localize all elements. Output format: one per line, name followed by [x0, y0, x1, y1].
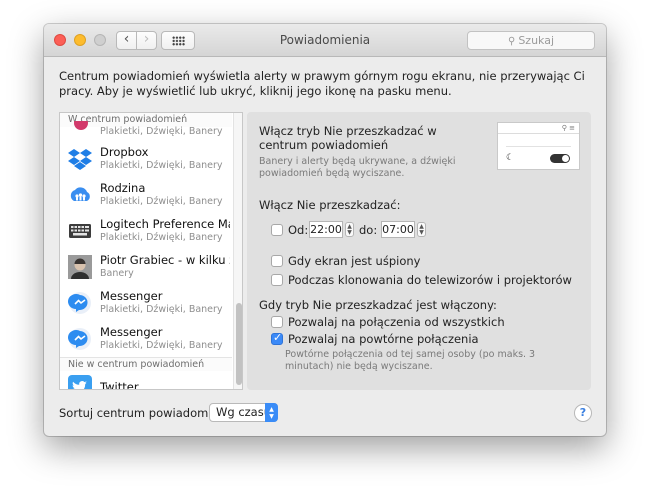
dnd-preview-image: ⚲ ≡ ☾ [497, 122, 580, 170]
section-not-in-center: Nie w centrum powiadomień [60, 357, 232, 371]
app-name: Dropbox [100, 145, 149, 159]
screen-sleep-checkbox[interactable] [271, 255, 283, 267]
list-item-twitter[interactable]: Twitter [60, 371, 232, 390]
from-time-field[interactable]: 22:00 [309, 221, 343, 238]
preferences-window: ‹ › Powiadomienia ⚲ Szukaj Centrum powiad… [44, 24, 606, 436]
allow-repeated-calls-label: Pozwalaj na powtórne połączenia [288, 332, 479, 346]
close-button[interactable] [54, 34, 66, 46]
list-item-messenger[interactable]: Messenger Plakietki, Dźwięki, Banery [60, 321, 232, 357]
repeated-calls-note: Powtórne połączenia od tej samej osoby (… [285, 349, 536, 372]
from-checkbox[interactable] [271, 224, 283, 236]
to-time-field[interactable]: 07:00 [381, 221, 415, 238]
app-subtitle: Plakietki, Dźwięki, Banery [100, 160, 223, 171]
twitter-icon [68, 375, 92, 389]
mirroring-label: Podczas klonowania do telewizorów i proj… [288, 273, 572, 287]
allow-all-calls-label: Pozwalaj na połączenia od wszystkich [288, 315, 505, 329]
app-name: Logitech Preference Man… [100, 217, 230, 231]
enable-heading: Włącz Nie przeszkadzać: [259, 198, 401, 212]
app-name: Messenger [100, 325, 163, 339]
app-name: Rodzina [100, 181, 146, 195]
dropbox-icon [68, 149, 92, 170]
from-label: Od: [288, 223, 309, 237]
app-list[interactable]: W centrum powiadomień Plakietki, Dźwięki… [59, 112, 243, 390]
title-bar: ‹ › Powiadomienia ⚲ Szukaj [44, 24, 606, 57]
preview-divider [506, 141, 571, 147]
toggle-icon [550, 154, 570, 163]
chevron-updown-icon: ▲ ▼ [265, 403, 278, 422]
app-subtitle: Plakietki, Dźwięki, Banery [100, 196, 223, 207]
app-name: Piotr Grabiec - w kilku z… [100, 253, 230, 267]
search-placeholder: Szukaj [518, 34, 555, 47]
search-icon: ⚲ [507, 36, 516, 47]
app-subtitle: Banery [100, 268, 134, 279]
zoom-button[interactable] [94, 34, 106, 46]
sort-value: Wg czasu [216, 405, 272, 419]
partial-app-icon [74, 121, 88, 130]
scroll-thumb[interactable] [236, 303, 242, 385]
when-on-heading: Gdy tryb Nie przeszkadzać jest włączony: [259, 298, 497, 312]
show-all-button[interactable] [161, 31, 195, 50]
allow-all-calls-checkbox[interactable] [271, 316, 283, 328]
app-name: Twitter [100, 380, 139, 390]
messenger-icon [68, 328, 91, 350]
help-button[interactable]: ? [574, 404, 592, 422]
messenger-icon [68, 292, 91, 314]
from-time-stepper[interactable]: ▲ ▼ [345, 222, 354, 237]
forward-button[interactable]: › [136, 31, 157, 50]
app-subtitle: Plakietki, Dźwięki, Banery [100, 340, 223, 351]
screen-sleep-label: Gdy ekran jest uśpiony [288, 254, 421, 268]
avatar-icon [68, 255, 92, 279]
to-time-stepper[interactable]: ▲ ▼ [417, 222, 426, 237]
sort-label: Sortuj centrum powiadomień: [59, 406, 230, 420]
partial-row-subtitle: Plakietki, Dźwięki, Banery [100, 126, 223, 137]
dnd-title: Włącz tryb Nie przeszkadzać w centrum po… [259, 124, 437, 152]
app-subtitle: Plakietki, Dźwięki, Banery [100, 304, 223, 315]
list-item-logitech[interactable]: Logitech Preference Man… Plakietki, Dźwi… [60, 213, 232, 249]
mirroring-checkbox[interactable] [271, 274, 283, 286]
app-name: Messenger [100, 289, 163, 303]
preview-menubar: ⚲ ≡ [498, 123, 579, 134]
to-label: do: [359, 223, 378, 237]
dnd-description: Banery i alerty będą ukrywane, a dźwięki… [259, 156, 456, 179]
intro-text: Centrum powiadomień wyświetla alerty w p… [59, 69, 585, 98]
window-title: Powiadomienia [279, 33, 371, 47]
back-button[interactable]: ‹ [116, 31, 137, 50]
family-icon [70, 187, 90, 201]
list-item-dropbox[interactable]: Dropbox Plakietki, Dźwięki, Banery [60, 141, 232, 177]
grid-icon [172, 36, 185, 46]
list-item-rodzina[interactable]: Rodzina Plakietki, Dźwięki, Banery [60, 177, 232, 213]
moon-icon: ☾ [506, 153, 515, 163]
list-scrollbar[interactable] [233, 113, 242, 389]
dnd-panel: Włącz tryb Nie przeszkadzać w centrum po… [247, 112, 591, 390]
search-field[interactable]: ⚲ Szukaj [467, 31, 595, 50]
allow-repeated-calls-checkbox[interactable] [271, 331, 283, 345]
list-item-piotr[interactable]: Piotr Grabiec - w kilku z… Banery [60, 249, 232, 285]
list-item-messenger[interactable]: Messenger Plakietki, Dźwięki, Banery [60, 285, 232, 321]
keyboard-icon [69, 224, 91, 238]
minimize-button[interactable] [74, 34, 86, 46]
app-subtitle: Plakietki, Dźwięki, Banery [100, 232, 223, 243]
sort-popup[interactable]: Wg czasu ▲ ▼ [209, 403, 278, 422]
